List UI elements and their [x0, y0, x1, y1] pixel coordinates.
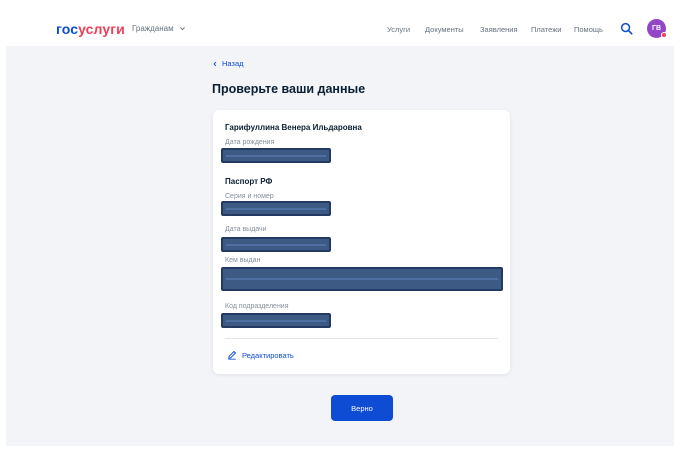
back-link[interactable]: Назад — [212, 59, 244, 68]
nav-help[interactable]: Помощь — [574, 25, 603, 34]
card-divider — [225, 338, 498, 339]
series-number-redacted — [221, 201, 331, 216]
gosuslugi-logo[interactable]: госуслуги — [56, 21, 125, 37]
nav-services[interactable]: Услуги — [387, 25, 410, 34]
nav-documents[interactable]: Документы — [425, 25, 464, 34]
nav-payments[interactable]: Платежи — [531, 25, 561, 34]
issue-date-label: Дата выдачи — [225, 226, 267, 233]
nav-applications[interactable]: Заявления — [480, 25, 518, 34]
birth-date-label: Дата рождения — [225, 139, 275, 146]
search-icon[interactable] — [620, 22, 633, 35]
confirm-button[interactable]: Верно — [331, 395, 393, 421]
issued-by-label: Кем выдан — [225, 257, 261, 264]
role-selector[interactable]: Гражданам — [132, 24, 186, 33]
issue-date-redacted — [221, 237, 331, 252]
logo-part-uslugi: услуги — [78, 21, 125, 37]
chevron-left-icon — [213, 61, 217, 66]
full-name: Гарифуллина Венера Ильдаровна — [225, 123, 362, 132]
division-code-label: Код подразделения — [225, 303, 289, 310]
birth-date-redacted — [221, 148, 331, 163]
top-header: госуслуги Гражданам Услуги Документы Зая… — [0, 0, 680, 46]
page-title: Проверьте ваши данные — [212, 82, 366, 96]
issued-by-redacted — [221, 267, 503, 291]
user-avatar[interactable]: ГВ — [647, 19, 667, 38]
back-label: Назад — [222, 59, 244, 68]
pencil-icon — [228, 351, 236, 360]
logo-part-gos: гос — [56, 21, 79, 37]
notification-dot — [661, 32, 667, 38]
edit-link[interactable]: Редактировать — [227, 350, 294, 360]
edit-label: Редактировать — [242, 350, 294, 360]
chevron-down-icon — [179, 27, 185, 31]
avatar-initials: ГВ — [651, 25, 662, 32]
role-label: Гражданам — [132, 24, 174, 33]
division-code-redacted — [221, 313, 331, 328]
passport-title: Паспорт РФ — [225, 177, 273, 186]
series-number-label: Серия и номер — [225, 193, 274, 200]
